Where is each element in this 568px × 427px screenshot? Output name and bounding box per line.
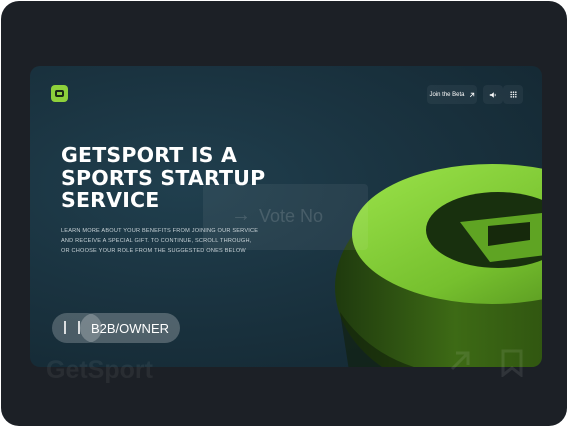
headline-line: GETSPORT IS A — [61, 143, 238, 167]
arrow-right-icon: → — [231, 204, 251, 226]
sound-toggle-button[interactable] — [483, 85, 503, 104]
role-divider — [64, 321, 66, 334]
role-b2b-owner-button[interactable]: B2B/OWNER — [80, 313, 180, 343]
vote-label: Vote No — [259, 206, 324, 226]
logo-mark — [55, 90, 64, 97]
app-card: Join the Beta GETSPORT IS A SPORTS START… — [1, 1, 567, 426]
join-beta-button[interactable]: Join the Beta — [427, 85, 477, 104]
speaker-icon — [489, 91, 496, 98]
arrow-up-right-icon — [469, 92, 474, 97]
join-beta-label: Join the Beta — [429, 91, 465, 98]
role-label: B2B/OWNER — [90, 320, 169, 336]
footer-brand: GetSport — [46, 356, 153, 384]
grid-menu-icon — [509, 91, 517, 98]
menu-button[interactable] — [503, 85, 523, 104]
vote-overlay[interactable]: → Vote No — [203, 184, 368, 250]
getsport-logo-icon[interactable] — [51, 85, 68, 102]
share-arrow-icon[interactable] — [448, 349, 472, 373]
bookmark-icon[interactable] — [501, 349, 523, 377]
